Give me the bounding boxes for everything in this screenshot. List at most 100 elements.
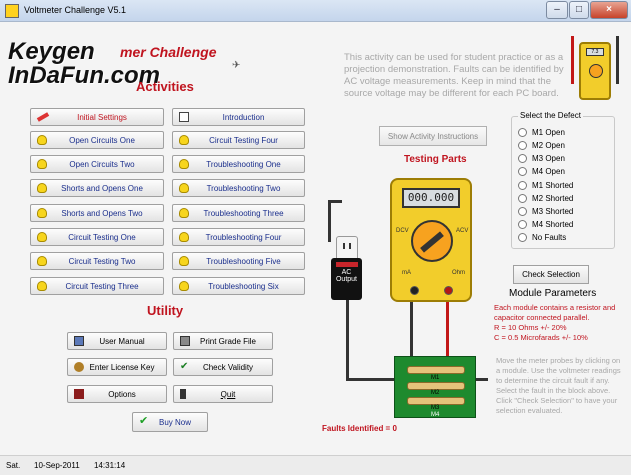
circuit-board[interactable]: M1 M2 M3 M4 [394, 356, 476, 418]
resistor-spec: R = 10 Ohms +/- 20% [494, 323, 567, 332]
lightbulb-icon [179, 159, 189, 169]
module-description: Each module contains a resistor and capa… [494, 303, 616, 322]
quit-button[interactable]: Quit [173, 385, 273, 403]
status-date: 10-Sep-2011 [34, 461, 80, 470]
defect-option-m2-shorted[interactable]: M2 Shorted [518, 192, 573, 204]
window-title: Voltmeter Challenge V5.1 [24, 5, 127, 15]
status-time: 14:31:14 [94, 461, 126, 470]
wire [328, 200, 331, 242]
troubleshooting-six-button[interactable]: Troubleshooting Six [172, 277, 305, 295]
pencil-icon [36, 112, 50, 122]
close-button[interactable]: × [590, 1, 628, 19]
defect-option-m3-open[interactable]: M3 Open [518, 152, 565, 164]
instructions-text: Move the meter probes by clicking on a m… [496, 356, 621, 415]
utility-title: Utility [147, 303, 184, 318]
defect-selector: Select the Defect M1 Open M2 Open M3 Ope… [511, 111, 615, 249]
user-manual-button[interactable]: User Manual [67, 332, 167, 350]
show-activity-instructions-button[interactable]: Show Activity Instructions [379, 126, 487, 146]
probe-wire-red [446, 302, 449, 358]
buy-now-button[interactable]: ✔ Buy Now [132, 412, 208, 432]
initial-settings-button[interactable]: Initial Settings [30, 108, 164, 126]
corner-meter-display: 7.3 [586, 48, 604, 56]
defect-option-m4-shorted[interactable]: M4 Shorted [518, 218, 573, 230]
circuit-testing-two-button[interactable]: Circuit Testing Two [30, 252, 164, 270]
module-m2[interactable] [407, 382, 465, 390]
introduction-button[interactable]: Introduction [172, 108, 305, 126]
open-circuits-one-button[interactable]: Open Circuits One [30, 131, 164, 149]
meter-dial[interactable] [411, 220, 453, 262]
defect-option-m3-shorted[interactable]: M3 Shorted [518, 205, 573, 217]
lightbulb-icon [179, 183, 189, 193]
troubleshooting-one-button[interactable]: Troubleshooting One [172, 155, 305, 173]
shorts-and-opens-two-button[interactable]: Shorts and Opens Two [30, 204, 164, 222]
radio-icon [518, 180, 527, 190]
ac-output-source: AC Output [331, 258, 362, 300]
ohm-label: Ohm [452, 270, 466, 276]
troubleshooting-three-button[interactable]: Troubleshooting Three [172, 204, 305, 222]
defect-option-no-faults[interactable]: No Faults [518, 231, 566, 243]
defect-option-m1-shorted[interactable]: M1 Shorted [518, 179, 573, 191]
lightbulb-icon [37, 183, 47, 193]
lightbulb-icon [37, 208, 47, 218]
circuit-testing-three-button[interactable]: Circuit Testing Three [30, 277, 164, 295]
corner-meter-knob [589, 64, 603, 78]
module-label: M3 [431, 405, 440, 411]
multimeter[interactable]: 000.000 DCV ACV mA Ohm [390, 178, 472, 302]
module-label: M2 [431, 390, 440, 396]
circuit-testing-four-button[interactable]: Circuit Testing Four [172, 131, 305, 149]
lightbulb-icon [37, 159, 47, 169]
wire [476, 378, 488, 381]
app-icon [5, 4, 19, 18]
defect-option-m2-open[interactable]: M2 Open [518, 139, 565, 151]
ac-label: AC [341, 269, 352, 276]
lightbulb-icon [179, 208, 189, 218]
exit-icon [180, 389, 186, 399]
meter-display: 000.000 [402, 188, 460, 208]
troubleshooting-two-button[interactable]: Troubleshooting Two [172, 179, 305, 197]
module-m1[interactable] [407, 366, 465, 374]
lightbulb-icon [37, 281, 47, 291]
lightbulb-icon [179, 135, 189, 145]
title-bar: Voltmeter Challenge V5.1 – □ × [0, 0, 631, 22]
lightbulb-icon [37, 135, 47, 145]
manual-icon [74, 336, 84, 346]
minimize-button[interactable]: – [546, 1, 568, 19]
wire [346, 378, 396, 381]
main-panel: mer Challenge ✈ Keygen InDaFun.com Activ… [0, 22, 631, 455]
radio-icon [518, 206, 527, 216]
troubleshooting-five-button[interactable]: Troubleshooting Five [172, 252, 305, 270]
maximize-button[interactable]: □ [569, 1, 589, 19]
lightbulb-icon [37, 256, 47, 266]
check-validity-button[interactable]: ✔ Check Validity [173, 358, 273, 376]
defect-option-m1-open[interactable]: M1 Open [518, 126, 565, 138]
wire [328, 200, 342, 203]
probe-wire [571, 36, 574, 84]
defect-option-m4-open[interactable]: M4 Open [518, 165, 565, 177]
radio-icon [518, 140, 527, 150]
acv-label: ACV [456, 228, 469, 234]
radio-icon [518, 193, 527, 203]
shorts-and-opens-one-button[interactable]: Shorts and Opens One [30, 179, 164, 197]
ma-label: mA [402, 270, 411, 276]
print-grade-file-button[interactable]: Print Grade File [173, 332, 273, 350]
output-label: Output [335, 276, 357, 283]
troubleshooting-four-button[interactable]: Troubleshooting Four [172, 228, 305, 246]
circuit-testing-one-button[interactable]: Circuit Testing One [30, 228, 164, 246]
options-button[interactable]: Options [67, 385, 167, 403]
radio-icon [518, 127, 527, 137]
module-label: M1 [431, 375, 440, 381]
watermark-line1: Keygen [8, 38, 95, 65]
lightbulb-icon [179, 232, 189, 242]
status-day: Sat. [6, 461, 21, 470]
radio-icon [518, 153, 527, 163]
multimeter-image: 7.3 [567, 34, 625, 114]
enter-license-key-button[interactable]: Enter License Key [67, 358, 167, 376]
capacitor-spec: C = 0.5 Microfarads +/- 10% [494, 333, 588, 342]
checkmark-icon: ✔ [180, 361, 189, 372]
module-m3[interactable] [407, 397, 465, 405]
open-circuits-two-button[interactable]: Open Circuits Two [30, 155, 164, 173]
lightbulb-icon [179, 281, 189, 291]
bird-icon: ✈ [232, 60, 241, 71]
check-selection-button[interactable]: Check Selection [513, 265, 589, 284]
testing-parts-title: Testing Parts [404, 154, 467, 165]
